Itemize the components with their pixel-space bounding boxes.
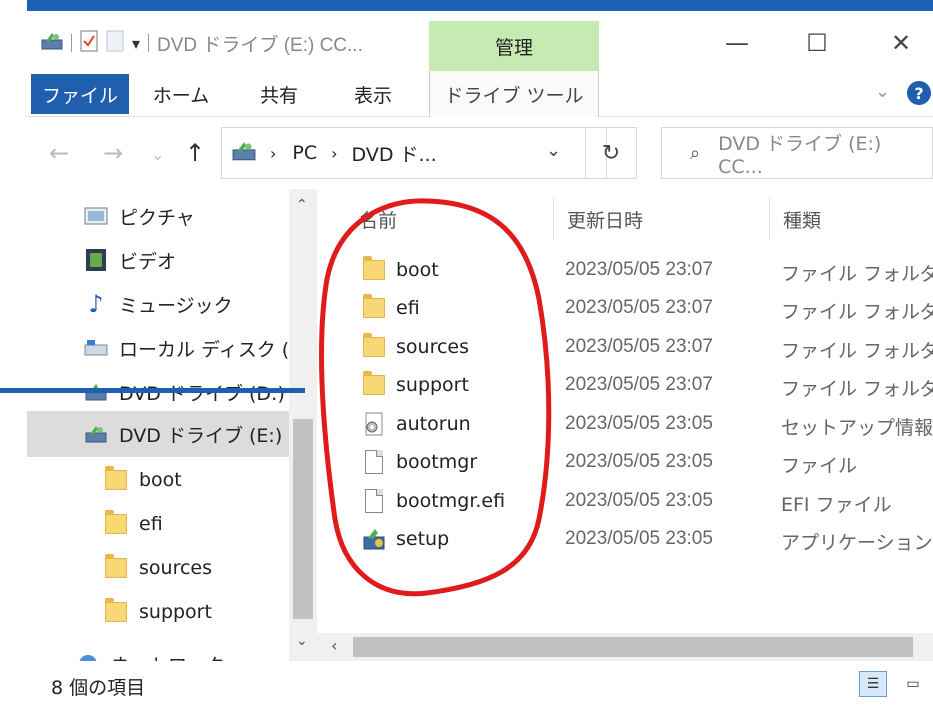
scroll-up-icon[interactable]: ⌃ xyxy=(296,197,308,213)
table-row[interactable]: boot 2023/05/05 23:07 ファイル フォルダー xyxy=(317,251,933,289)
folder-icon xyxy=(361,294,387,321)
table-row[interactable]: efi 2023/05/05 23:07 ファイル フォルダー xyxy=(317,289,933,327)
file-list-pane: 名前 更新日時 種類 boot 2023/05/05 23:07 ファイル フォ… xyxy=(317,189,933,661)
details-view-icon[interactable]: ☰ xyxy=(859,671,887,697)
navigation-pane: ピクチャ ビデオ ♪ ミュージック ローカル ディスク (C: DVD ドライブ… xyxy=(27,189,317,661)
nav-item-network[interactable]: ネットワーク xyxy=(27,643,289,661)
refresh-icon: ↻ xyxy=(601,140,621,166)
overlay-line xyxy=(0,388,305,393)
table-row[interactable]: autorun 2023/05/05 23:05 セットアップ情報 xyxy=(317,405,933,443)
folder-icon xyxy=(103,554,129,581)
large-icons-view-icon[interactable]: ▭ xyxy=(899,671,927,697)
nav-item-pictures[interactable]: ピクチャ xyxy=(27,195,289,237)
maximize-button[interactable]: ☐ xyxy=(797,29,837,57)
forward-arrow-icon[interactable]: → xyxy=(103,139,123,167)
qat-separator xyxy=(71,34,72,52)
breadcrumb-chevron-icon: › xyxy=(270,143,277,163)
column-separator xyxy=(553,197,554,241)
nav-item-support[interactable]: support xyxy=(27,591,289,633)
tab-home[interactable]: ホーム xyxy=(145,74,217,114)
nav-item-efi[interactable]: efi xyxy=(27,503,289,545)
search-box[interactable]: ⌕ DVD ドライブ (E:) CC... xyxy=(661,127,933,179)
table-row[interactable]: support 2023/05/05 23:07 ファイル フォルダー xyxy=(317,366,933,404)
table-row[interactable]: setup 2023/05/05 23:05 アプリケーション xyxy=(317,520,933,558)
address-dropdown-icon[interactable]: ⌄ xyxy=(546,140,561,161)
address-drive-icon xyxy=(232,140,256,167)
videos-icon xyxy=(83,247,109,273)
ribbon-expand-icon[interactable]: ⌄ xyxy=(875,81,890,102)
nav-item-dvd-e[interactable]: DVD ドライブ (E:) C xyxy=(27,411,289,457)
properties-icon[interactable] xyxy=(80,30,98,56)
dvd-drive-icon xyxy=(83,421,109,447)
table-row[interactable]: bootmgr 2023/05/05 23:05 ファイル xyxy=(317,443,933,481)
nav-item-sources[interactable]: sources xyxy=(27,547,289,589)
nav-scroll-thumb[interactable] xyxy=(293,419,313,619)
window-top-border xyxy=(0,0,933,11)
drive-icon[interactable] xyxy=(41,31,63,55)
ribbon-tabs: ファイル ホーム 共有 表示 ドライブ ツール ⌄ ? xyxy=(27,71,933,117)
search-placeholder: DVD ドライブ (E:) CC... xyxy=(718,132,882,178)
nav-item-videos[interactable]: ビデオ xyxy=(27,239,289,281)
music-icon: ♪ xyxy=(88,290,104,318)
column-header-name[interactable]: 名前 xyxy=(359,197,397,241)
column-header-type[interactable]: 種類 xyxy=(783,197,821,241)
refresh-button[interactable]: ↻ xyxy=(585,127,637,179)
tab-manage[interactable]: 管理 xyxy=(429,21,599,71)
file-horizontal-scrollbar[interactable]: ‹ xyxy=(317,633,933,661)
folder-icon xyxy=(361,371,387,398)
scroll-left-icon[interactable]: ‹ xyxy=(331,636,337,655)
nav-vertical-scrollbar[interactable]: ⌃ ⌄ xyxy=(289,189,317,661)
breadcrumb-drive[interactable]: DVD ド... xyxy=(352,140,437,167)
column-separator-2 xyxy=(769,197,770,241)
tab-drive-tools[interactable]: ドライブ ツール xyxy=(429,71,599,117)
item-count: 8 個の項目 xyxy=(51,677,146,699)
tab-file[interactable]: ファイル xyxy=(31,74,129,114)
customize-dropdown-icon[interactable]: ▾ xyxy=(132,34,140,53)
help-icon[interactable]: ? xyxy=(907,81,931,105)
tab-share[interactable]: 共有 xyxy=(249,74,309,114)
up-arrow-icon[interactable]: ↑ xyxy=(185,139,205,167)
folder-icon xyxy=(103,510,129,537)
setup-app-icon xyxy=(361,526,387,552)
breadcrumb-pc[interactable]: PC xyxy=(292,142,317,164)
file-icon xyxy=(361,488,387,514)
search-icon: ⌕ xyxy=(690,142,701,164)
folder-icon xyxy=(103,466,129,493)
nav-item-music[interactable]: ♪ ミュージック xyxy=(27,283,289,325)
breadcrumb-chevron-icon-2: › xyxy=(331,143,338,163)
navigation-bar: ← → ⌄ ↑ › PC › DVD ド... ⌄ ↻ ⌕ DVD ドライブ (… xyxy=(27,117,933,189)
new-folder-icon[interactable] xyxy=(106,30,124,56)
table-row[interactable]: sources 2023/05/05 23:07 ファイル フォルダー xyxy=(317,328,933,366)
address-bar[interactable]: › PC › DVD ド... ⌄ xyxy=(221,127,607,179)
desktop-strip xyxy=(0,0,27,708)
minimize-button[interactable]: — xyxy=(717,29,757,57)
folder-icon xyxy=(361,256,387,283)
file-scroll-thumb[interactable] xyxy=(353,637,913,657)
file-icon xyxy=(361,449,387,475)
setup-info-icon xyxy=(361,411,387,437)
folder-icon xyxy=(103,598,129,625)
recent-dropdown-icon[interactable]: ⌄ xyxy=(151,145,164,164)
table-row[interactable]: bootmgr.efi 2023/05/05 23:05 EFI ファイル xyxy=(317,482,933,520)
nav-item-local-disk[interactable]: ローカル ディスク (C: xyxy=(27,327,289,369)
tab-view[interactable]: 表示 xyxy=(343,74,403,114)
quick-access-toolbar: ▾ DVD ドライブ (E:) CC... xyxy=(41,29,363,57)
back-arrow-icon[interactable]: ← xyxy=(49,139,69,167)
title-bar: ▾ DVD ドライブ (E:) CC... 管理 — ☐ ✕ xyxy=(27,11,933,71)
pictures-icon xyxy=(83,203,109,229)
window-title: DVD ドライブ (E:) CC... xyxy=(157,34,363,56)
nav-item-boot[interactable]: boot xyxy=(27,459,289,501)
network-icon xyxy=(75,651,101,661)
scroll-down-icon[interactable]: ⌄ xyxy=(296,633,308,649)
close-button[interactable]: ✕ xyxy=(881,29,921,57)
column-header-modified[interactable]: 更新日時 xyxy=(567,197,643,241)
folder-icon xyxy=(361,333,387,360)
local-disk-icon xyxy=(83,335,109,361)
status-bar: 8 個の項目 ☰ ▭ xyxy=(27,661,933,708)
qat-separator-2 xyxy=(148,34,150,52)
